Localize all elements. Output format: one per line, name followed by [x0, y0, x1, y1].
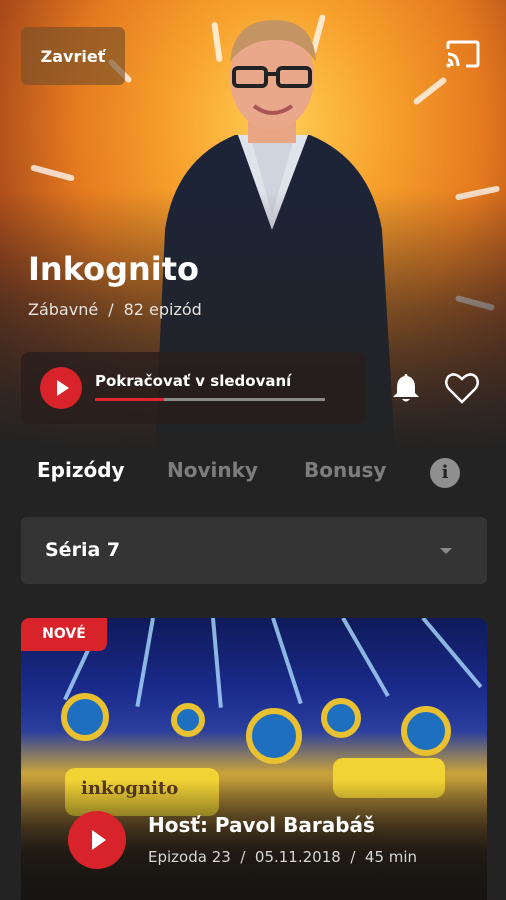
cast-icon[interactable] — [446, 40, 480, 68]
season-selected-value: Séria 7 — [45, 539, 121, 561]
meta-separator: / — [108, 300, 114, 319]
continue-watching-label: Pokračovať v sledovaní — [95, 372, 292, 390]
play-icon — [40, 367, 82, 409]
episode-meta: Epizoda 23 / 05.11.2018 / 45 min — [148, 848, 418, 866]
show-meta: Zábavné / 82 epizód — [28, 300, 202, 319]
episode-count: 82 epizód — [123, 300, 202, 319]
hero-banner: Zavrieť Inkognito Zábavné / 82 epizód Pokr… — [0, 0, 506, 450]
chevron-down-icon — [440, 548, 452, 554]
season-select[interactable]: Séria 7 — [21, 517, 487, 584]
tab-epizody[interactable]: Epizódy — [37, 458, 125, 482]
spotlight-beam — [341, 618, 390, 697]
spotlight-beam — [421, 618, 483, 689]
show-title: Inkognito — [28, 250, 200, 288]
continue-watching-button[interactable]: Pokračovať v sledovaní — [21, 352, 365, 424]
stage-light — [246, 708, 302, 764]
bell-icon[interactable] — [391, 371, 421, 403]
new-badge: NOVÉ — [21, 618, 107, 651]
light-streak — [412, 76, 448, 106]
episode-card[interactable]: inkognito NOVÉ Hosť: Pavol Barabáš Epizo… — [21, 618, 487, 900]
tab-bonusy[interactable]: Bonusy — [304, 458, 386, 482]
spotlight-beam — [211, 618, 223, 708]
close-button[interactable]: Zavrieť — [21, 27, 125, 85]
stage-light — [171, 703, 205, 737]
heart-icon[interactable] — [444, 371, 480, 405]
watch-progress-bar — [95, 398, 325, 401]
light-streak — [29, 164, 76, 182]
stage-light — [321, 698, 361, 738]
spotlight-beam — [271, 618, 303, 705]
show-genre: Zábavné — [28, 300, 99, 319]
play-episode-button[interactable] — [68, 811, 126, 869]
stage-light — [61, 693, 109, 741]
info-icon[interactable]: i — [430, 458, 460, 488]
episode-title: Hosť: Pavol Barabáš — [148, 813, 375, 837]
watch-progress-fill — [95, 398, 164, 401]
stage-light — [401, 706, 451, 756]
tab-novinky[interactable]: Novinky — [167, 458, 258, 482]
spotlight-beam — [135, 618, 155, 707]
